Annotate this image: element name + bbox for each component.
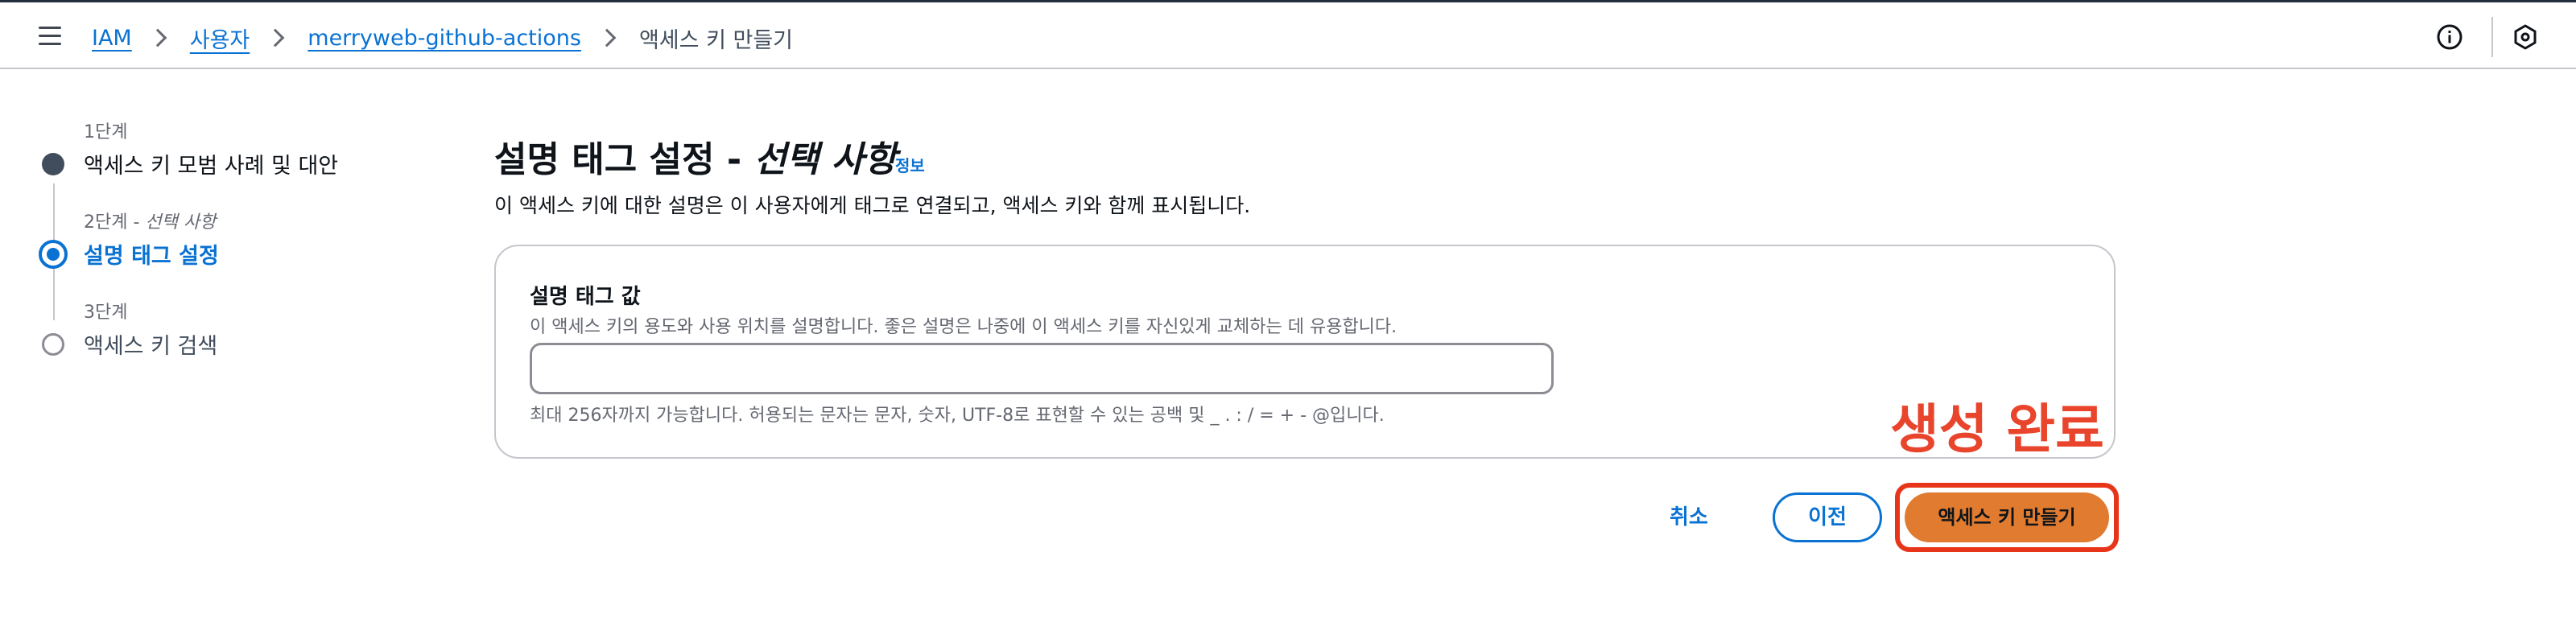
step-3-label: 3단계 (84, 303, 128, 323)
breadcrumb: IAM 사용자 merryweb-github-actions 액세스 키 만들… (92, 23, 794, 54)
annotation-text: 생성 완료 (1890, 398, 2104, 460)
breadcrumb-link-iam[interactable]: IAM (92, 26, 132, 51)
description-tag-input[interactable] (530, 343, 1554, 394)
step-1-label: 1단계 (84, 122, 128, 142)
breadcrumb-link-user[interactable]: merryweb-github-actions (308, 26, 581, 51)
description-tag-container: 설명 태그 값 이 액세스 키의 용도와 사용 위치를 설명합니다. 좋은 설명… (494, 245, 2116, 459)
topbar-divider (2491, 17, 2493, 57)
create-access-key-button[interactable]: 액세스 키 만들기 (1905, 492, 2109, 542)
step-3-pending-dot (42, 333, 64, 356)
chevron-right-icon (597, 28, 617, 47)
step-2-active-dot (39, 240, 68, 269)
previous-button[interactable]: 이전 (1773, 492, 1882, 542)
step-3-title: 액세스 키 검색 (84, 334, 218, 359)
description-tag-help: 이 액세스 키의 용도와 사용 위치를 설명합니다. 좋은 설명은 나중에 이 … (530, 317, 1397, 337)
breadcrumb-link-users[interactable]: 사용자 (190, 23, 250, 54)
step-1-title[interactable]: 액세스 키 모범 사례 및 대안 (84, 148, 338, 179)
hexagon-icon[interactable] (2512, 23, 2539, 51)
breadcrumb-current: 액세스 키 만들기 (638, 27, 794, 53)
top-navigation-bar: IAM 사용자 merryweb-github-actions 액세스 키 만들… (0, 0, 2576, 69)
hamburger-menu-icon[interactable] (39, 27, 61, 46)
chevron-right-icon (148, 28, 167, 47)
step-2-title: 설명 태그 설정 (84, 244, 219, 269)
chevron-right-icon (266, 28, 285, 47)
cancel-button[interactable]: 취소 (1670, 497, 1708, 538)
step-1-completed-dot (42, 153, 64, 175)
info-circle-icon[interactable] (2436, 23, 2463, 51)
step-2-label: 2단계 - 선택 사항 (84, 212, 217, 233)
info-link[interactable]: 정보 (895, 153, 925, 176)
page-title: 설명 태그 설정 - 선택 사항 (494, 139, 897, 180)
description-tag-constraint: 최대 256자까지 가능합니다. 허용되는 문자는 문자, 숫자, UTF-8로… (530, 406, 1385, 426)
description-tag-label: 설명 태그 값 (530, 285, 641, 309)
page-description: 이 액세스 키에 대한 설명은 이 사용자에게 태그로 연결되고, 액세스 키와… (494, 194, 1251, 217)
